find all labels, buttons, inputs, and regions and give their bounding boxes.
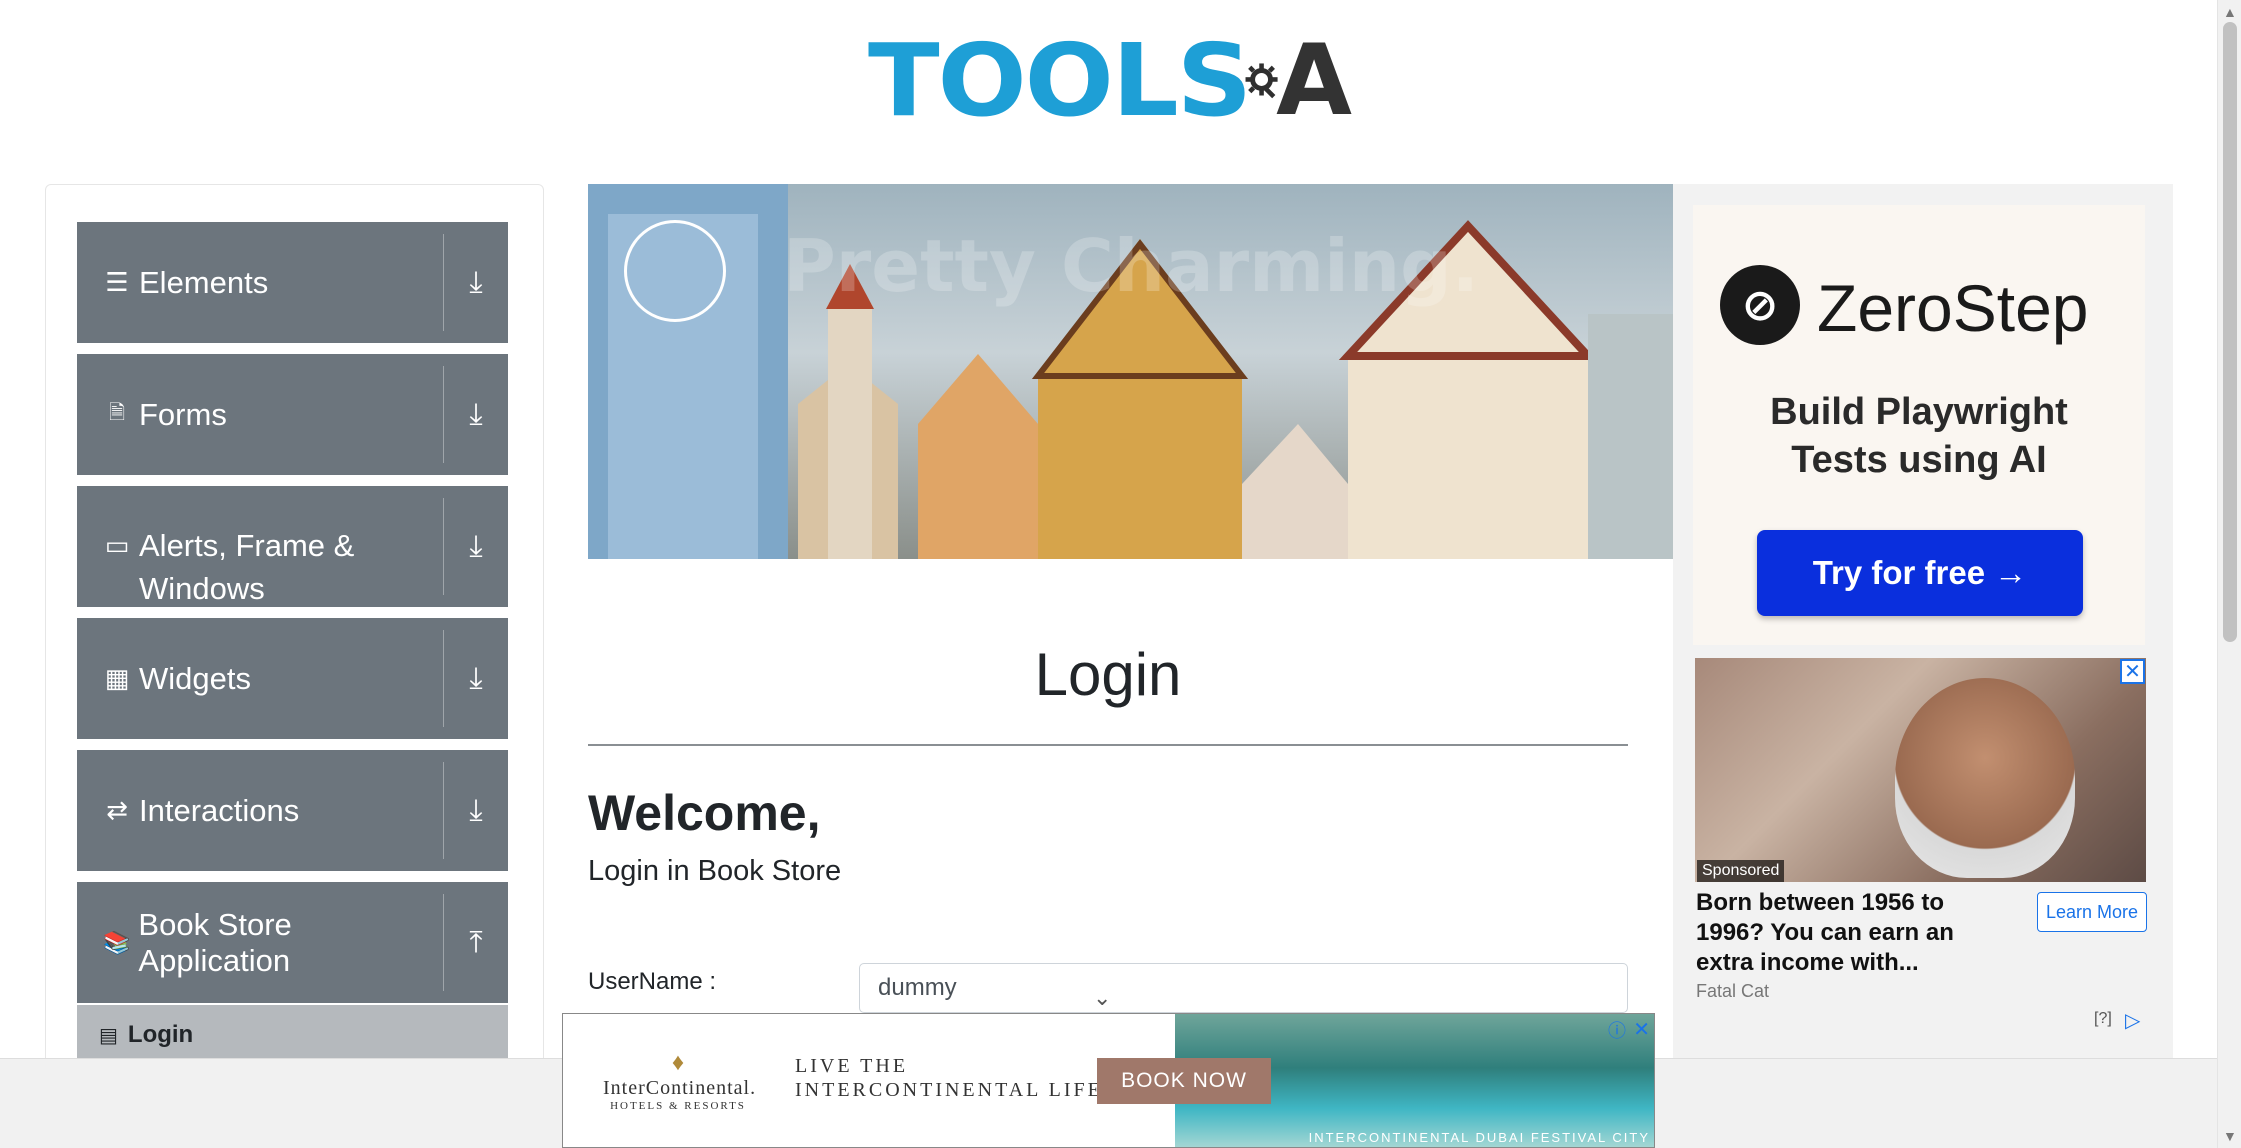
sidebar-group-widgets[interactable]: ▦ Widgets ⤓ xyxy=(77,618,508,739)
intercontinental-ad[interactable]: ♦ InterContinental. HOTELS & RESORTS LIV… xyxy=(562,1013,1655,1148)
sidebar: ☰ Elements ⤓ 🗎 Forms ⤓ ▭ Alerts, Frame &… xyxy=(45,184,544,1084)
sidebar-group-alerts-header[interactable]: ▭ Alerts, Frame & Windows xyxy=(77,486,443,607)
username-label: UserName : xyxy=(588,968,717,995)
window-icon: ▭ xyxy=(104,530,130,560)
sidebar-group-widgets-header[interactable]: ▦ Widgets xyxy=(77,618,443,739)
chevron-down-icon: ⌄ xyxy=(1093,985,1112,1010)
ic-logo-name: InterContinental. xyxy=(603,1077,757,1099)
ad-help-link[interactable]: [?] xyxy=(2094,1010,2112,1028)
sidebar-group-label: Book Store Application xyxy=(138,906,292,978)
sidebar-item-label: Login xyxy=(127,1021,194,1048)
sponsored-headline[interactable]: Born between 1956 to 1996? You can earn … xyxy=(1696,888,1996,978)
username-input[interactable] xyxy=(859,963,1628,1013)
sidebar-group-label-line1: Alerts, Frame & xyxy=(139,528,355,563)
close-icon[interactable]: ✕ xyxy=(2120,659,2145,684)
ic-caption: INTERCONTINENTAL DUBAI FESTIVAL CITY xyxy=(1308,1130,1650,1145)
toolsqa-logo[interactable]: TOOLS A xyxy=(868,22,1352,140)
books-icon: 📚 xyxy=(103,929,131,955)
zerostep-tagline-line1: Build Playwright xyxy=(1770,391,2068,433)
sidebar-group-forms[interactable]: 🗎 Forms ⤓ xyxy=(77,354,508,475)
sponsored-ad-image[interactable] xyxy=(1695,658,2146,882)
book-now-button[interactable]: BOOK NOW xyxy=(1097,1058,1271,1104)
sidebar-group-label: Interactions xyxy=(139,792,300,828)
expand-arrow-icon[interactable]: ⤓ xyxy=(444,354,508,475)
banner-overlay-text: Pretty Charming. xyxy=(783,224,1479,308)
expand-arrow-icon[interactable]: ⤓ xyxy=(444,222,508,343)
zerostep-brand: ZeroStep xyxy=(1817,271,2089,345)
scroll-up-arrow-icon[interactable]: ▲ xyxy=(2223,4,2237,20)
expand-arrow-icon[interactable]: ⤓ xyxy=(444,486,508,607)
sidebar-group-interactions-header[interactable]: ⇄ Interactions xyxy=(77,750,443,871)
sidebar-group-book-store[interactable]: 📚 Book Store Application ⤒ xyxy=(77,882,508,1003)
ic-tagline-line1: LIVE THE xyxy=(795,1055,909,1077)
sidebar-group-elements[interactable]: ☰ Elements ⤓ xyxy=(77,222,508,343)
ic-logo-sub: HOTELS & RESORTS xyxy=(610,1100,746,1112)
logo-a-text: A xyxy=(1276,24,1352,138)
sidebar-group-forms-header[interactable]: 🗎 Forms xyxy=(77,354,443,475)
try-for-free-button[interactable]: Try for free → xyxy=(1757,530,2083,616)
collapse-arrow-icon[interactable]: ⤒ xyxy=(444,882,508,1003)
sidebar-group-interactions[interactable]: ⇄ Interactions ⤓ xyxy=(77,750,508,871)
logo-tools-text: TOOLS xyxy=(868,22,1252,139)
sidebar-group-book-store-header[interactable]: 📚 Book Store Application xyxy=(77,882,443,1003)
hamburger-icon: ☰ xyxy=(105,267,129,297)
welcome-heading: Welcome, xyxy=(588,785,821,841)
interactions-icon: ⇄ xyxy=(106,795,128,825)
sidebar-group-label-line2: Windows xyxy=(139,571,265,606)
page-title: Login xyxy=(1034,641,1182,708)
welcome-subheading: Login in Book Store xyxy=(588,855,842,887)
widgets-icon: ▦ xyxy=(104,663,130,693)
scroll-down-arrow-icon[interactable]: ▼ xyxy=(2223,1128,2237,1144)
sponsored-source: Fatal Cat xyxy=(1696,981,1770,1001)
scrollbar[interactable]: ▲ ▼ xyxy=(2217,0,2241,1148)
sidebar-group-label: Widgets xyxy=(139,660,251,696)
portrait-image xyxy=(1895,678,2075,878)
learn-more-button[interactable]: Learn More xyxy=(2037,892,2147,932)
expand-arrow-icon[interactable]: ⤓ xyxy=(444,618,508,739)
intercontinental-logo: ♦ InterContinental. HOTELS & RESORTS xyxy=(603,1050,757,1112)
expand-arrow-icon[interactable]: ⤓ xyxy=(444,750,508,871)
banner-image[interactable]: Pretty Charming. xyxy=(588,184,1673,559)
sidebar-group-elements-header[interactable]: ☰ Elements xyxy=(77,222,443,343)
ic-tagline: LIVE THE INTERCONTINENTAL LIFE xyxy=(795,1054,1103,1102)
zerostep-tagline-line2: Tests using AI xyxy=(1791,439,2047,481)
sidebar-group-label: Alerts, Frame & Windows xyxy=(139,524,354,610)
zerostep-logo-icon: ⊘ xyxy=(1720,265,1800,345)
scrollbar-thumb[interactable] xyxy=(2223,22,2237,642)
close-icon[interactable]: ✕ xyxy=(1633,1017,1650,1042)
divider xyxy=(588,744,1628,746)
flame-icon: ♦ xyxy=(671,1050,685,1076)
sponsored-badge: Sponsored xyxy=(1697,860,1785,882)
airline-logo-icon xyxy=(624,220,726,322)
adchoices-icon[interactable]: ▷ xyxy=(2125,1008,2140,1033)
login-icon: ▤ xyxy=(99,1024,118,1047)
gear-magnifier-icon xyxy=(1245,63,1278,99)
sidebar-item-login[interactable]: ▤ Login xyxy=(77,1005,508,1065)
ic-tagline-line2: INTERCONTINENTAL LIFE xyxy=(795,1079,1103,1101)
info-icon[interactable]: ⓘ xyxy=(1608,1017,1626,1043)
zerostep-tagline: Build Playwright Tests using AI xyxy=(1693,388,2145,484)
sidebar-group-alerts[interactable]: ▭ Alerts, Frame & Windows ⤓ xyxy=(77,486,508,607)
sidebar-group-label: Elements xyxy=(139,264,269,300)
document-icon: 🗎 xyxy=(108,401,126,424)
sidebar-group-label: Forms xyxy=(139,396,227,432)
